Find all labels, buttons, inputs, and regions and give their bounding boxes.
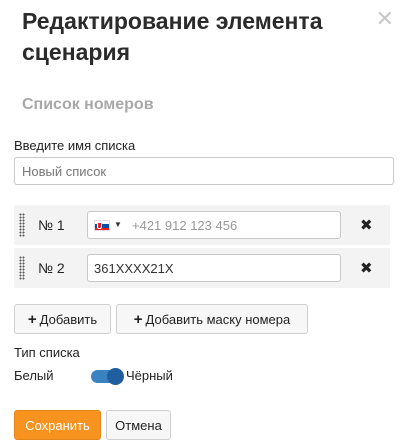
add-mask-button-label: Добавить маску номера xyxy=(145,311,291,327)
plus-icon: + xyxy=(27,310,37,328)
list-name-label: Введите имя списка xyxy=(14,138,136,153)
caret-down-icon: ▼ xyxy=(114,220,122,229)
number-mask-value: 361XXXX21X xyxy=(94,261,174,276)
add-mask-button[interactable]: + Добавить маску номера xyxy=(116,304,308,334)
country-select[interactable]: ▼ xyxy=(94,219,126,233)
dialog-title: Редактирование элемента сценария xyxy=(22,8,323,65)
toggle-knob xyxy=(107,368,124,385)
drag-handle-icon[interactable] xyxy=(19,256,25,280)
add-button-label: Добавить xyxy=(39,311,98,327)
number-row: № 1 ▼ +421 912 123 456 ✖ xyxy=(14,205,390,245)
list-type-toggle[interactable] xyxy=(91,368,124,385)
number-row: № 2 361XXXX21X ✖ xyxy=(14,248,390,288)
list-type-label: Тип списка xyxy=(14,345,80,360)
drag-handle-icon[interactable] xyxy=(19,213,25,237)
list-name-input[interactable] xyxy=(14,157,394,185)
number-label: № 1 xyxy=(38,217,65,233)
add-number-button[interactable]: + Добавить xyxy=(14,304,111,334)
cancel-button[interactable]: Отмена xyxy=(106,410,171,440)
slovakia-flag-icon xyxy=(94,220,110,231)
list-type-white-label: Белый xyxy=(14,368,54,383)
number-mask-field[interactable]: 361XXXX21X xyxy=(87,254,341,282)
section-title: Список номеров xyxy=(22,96,154,113)
phone-number-field[interactable]: ▼ +421 912 123 456 xyxy=(87,211,341,239)
save-button[interactable]: Сохранить xyxy=(14,410,101,440)
list-type-black-label: Чёрный xyxy=(126,368,173,383)
phone-placeholder: +421 912 123 456 xyxy=(132,218,238,233)
remove-number-icon[interactable]: ✖ xyxy=(360,259,373,277)
edit-scenario-dialog: Редактирование элемента сценария ✕ Списо… xyxy=(0,0,408,447)
close-icon[interactable]: ✕ xyxy=(376,8,394,30)
number-label: № 2 xyxy=(38,260,65,276)
plus-icon: + xyxy=(133,310,143,328)
remove-number-icon[interactable]: ✖ xyxy=(360,216,373,234)
